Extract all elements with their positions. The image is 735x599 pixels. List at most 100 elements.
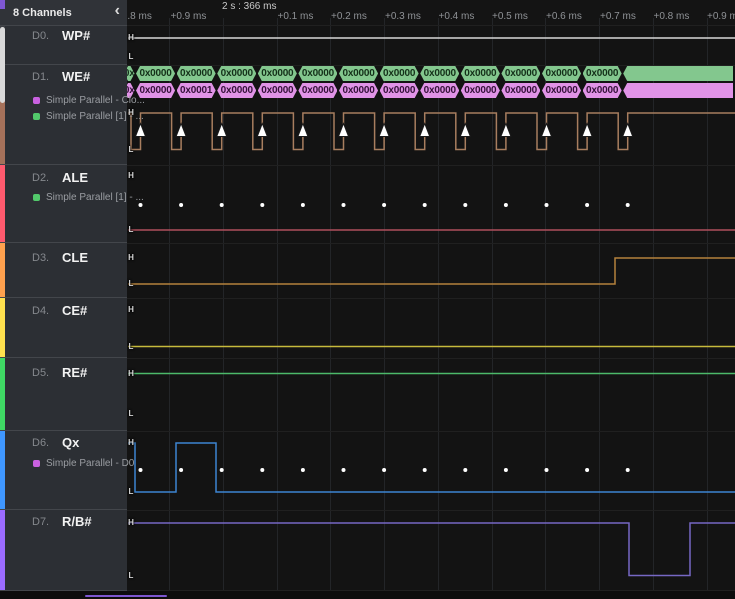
analyzer-label: Simple Parallel - D0 <box>46 458 135 469</box>
decoder-sample-dot <box>503 203 508 207</box>
channel-row-separator <box>127 431 735 432</box>
signal-D6 <box>128 442 735 493</box>
rising-edge-arrow-icon <box>256 122 269 137</box>
annotation-cell-parallel-data-purple[interactable]: 0x0000 <box>461 83 500 98</box>
analyzer-label: Simple Parallel [1] - ... <box>46 192 144 203</box>
channel-row-D2[interactable]: D2. ALE Simple Parallel [1] - ... <box>0 165 144 243</box>
timeline-tick-label: +0.3 ms <box>385 11 421 22</box>
annotation-cell-parallel-data-green[interactable]: 0x0000 <box>136 66 175 81</box>
decoder-sample-dot <box>260 468 265 472</box>
decoder-sample-dot <box>585 203 590 207</box>
channel-row-separator <box>127 65 735 66</box>
annotation-cell-parallel-data-green[interactable]: 0x0000 <box>217 66 256 81</box>
annotation-cell-parallel-data-green[interactable]: 0x0000 <box>461 66 500 81</box>
annotation-cell-parallel-data-purple[interactable]: 0x0000 <box>380 83 419 98</box>
horizontal-scrollbar-thumb[interactable] <box>85 595 167 597</box>
level-marker-D4-L: L <box>128 341 134 351</box>
timeline-major-label: 2 s : 366 ms <box>222 1 277 12</box>
annotation-cell-parallel-data-green[interactable]: 0x0000 <box>501 66 540 81</box>
channel-color-strip <box>0 358 5 430</box>
timeline-tick-label: +0.1 ms <box>277 11 314 22</box>
channel-row-separator <box>127 510 735 511</box>
annotation-cell-parallel-data-green[interactable]: 0x0000 <box>177 66 216 81</box>
annotation-cell-parallel-data-green[interactable]: 0x0000 <box>380 66 419 81</box>
analyzer-item[interactable]: Simple Parallel - Clo... <box>33 95 145 106</box>
channel-row-D1[interactable]: D1. WE# Simple Parallel - Clo... Simple Par… <box>0 65 145 165</box>
level-marker-D1-L: L <box>128 144 134 154</box>
level-marker-D5-H: H <box>128 368 134 378</box>
channel-id-label: D5. <box>32 367 50 379</box>
annotation-cell-parallel-data-purple[interactable]: 0x0000 <box>339 83 378 98</box>
rising-edge-arrow-icon <box>215 122 228 137</box>
annotation-cell-parallel-data-green[interactable]: 0x0000 <box>258 66 297 81</box>
analyzer-color-dot <box>33 460 40 467</box>
rising-edge-arrow-icon <box>581 122 593 137</box>
annotation-cell-parallel-data-green[interactable]: 0x0000 <box>298 66 337 81</box>
analyzer-item[interactable]: Simple Parallel [1] - ... <box>33 111 144 122</box>
corner-accent <box>0 0 5 9</box>
vertical-gridline <box>276 18 278 591</box>
channel-color-strip <box>0 165 5 242</box>
analyzer-label: Simple Parallel - Clo... <box>46 95 145 106</box>
rising-edge-arrow-icon <box>621 122 634 137</box>
channel-count-title: 8 Channels <box>13 7 72 19</box>
channel-sidebar: 8 Channels ‹ D0. WP# D1. WE# Simple Parallel… <box>0 0 145 591</box>
timeline-tick-label: +0.5 ms <box>492 11 528 22</box>
channel-row-separator <box>127 298 735 299</box>
channel-color-strip <box>0 298 5 357</box>
annotation-cell-parallel-data-green[interactable] <box>623 66 734 81</box>
decoder-sample-dot <box>463 203 468 207</box>
annotation-cell-parallel-data-purple[interactable]: 0x0000 <box>583 83 622 98</box>
horizontal-scrollbar[interactable] <box>0 591 735 599</box>
decoder-sample-dot <box>300 203 305 207</box>
channel-name-label: R/B# <box>62 514 92 529</box>
channel-row-D3[interactable]: D3. CLE <box>0 243 127 298</box>
level-marker-D2-L: L <box>128 225 134 234</box>
annotation-cell-parallel-data-green[interactable]: 0x0000 <box>583 66 622 81</box>
analyzer-color-dot <box>33 194 40 201</box>
channel-id-label: D1. <box>32 71 50 83</box>
annotation-cell-parallel-data-purple[interactable]: 0x0001 <box>177 83 216 98</box>
channel-row-D0[interactable]: D0. WP# <box>0 26 127 65</box>
analyzer-item[interactable]: Simple Parallel - D0 <box>33 458 134 469</box>
annotation-cell-parallel-data-green[interactable]: 0x0000 <box>542 66 581 81</box>
channel-row-D6[interactable]: D6. Qx Simple Parallel - D0 <box>0 431 134 510</box>
decoder-sample-dot <box>625 203 630 207</box>
annotation-cell-parallel-data-purple[interactable]: 0x0000 <box>420 83 459 98</box>
level-marker-D4-H: H <box>128 305 134 314</box>
channel-name-label: ALE <box>62 170 88 185</box>
decoder-sample-dot <box>503 468 508 472</box>
vertical-gridline <box>706 18 708 591</box>
rising-edge-arrow-icon <box>418 122 431 137</box>
decoder-sample-dot <box>422 203 427 207</box>
decoder-sample-dot <box>341 203 346 207</box>
annotation-cell-parallel-data-purple[interactable] <box>623 83 734 98</box>
decoder-sample-dot <box>138 203 143 207</box>
annotation-cell-parallel-data-purple[interactable]: 0x0000 <box>258 83 297 98</box>
channel-row-D4[interactable]: D4. CE# <box>0 298 127 358</box>
timeline-tick-label: +0.8 ms <box>653 11 690 22</box>
channel-name-label: CE# <box>62 303 88 318</box>
channel-row-separator <box>127 358 735 359</box>
annotation-cell-parallel-data-green[interactable]: 0x0000 <box>420 66 459 81</box>
vertical-gridline <box>384 18 385 591</box>
analyzer-item[interactable]: Simple Parallel [1] - ... <box>33 192 144 203</box>
decoder-sample-dot <box>179 468 184 472</box>
annotation-cell-parallel-data-purple[interactable]: 0x0000 <box>298 83 337 98</box>
timeline-tick-label: +0.4 ms <box>438 11 475 22</box>
annotation-cell-parallel-data-purple[interactable]: 0x0000 <box>542 83 581 98</box>
annotation-cell-parallel-data-green[interactable]: 0x0000 <box>339 66 378 81</box>
rising-edge-arrow-icon <box>297 122 309 137</box>
sidebar-scrollbar-thumb[interactable] <box>0 27 5 103</box>
channel-row-separator <box>127 243 735 244</box>
channel-row-D5[interactable]: D5. RE# <box>0 358 127 431</box>
channel-row-separator <box>127 165 735 166</box>
channel-row-D7[interactable]: D7. R/B# <box>0 510 127 591</box>
annotation-cell-parallel-data-purple[interactable]: 0x0000 <box>501 83 540 98</box>
collapse-sidebar-icon[interactable]: ‹ <box>115 2 120 20</box>
annotation-cell-parallel-data-purple[interactable]: 0x0000 <box>217 83 256 98</box>
level-marker-D3-L: L <box>128 279 134 288</box>
decoder-sample-dot <box>463 468 468 472</box>
analyzer-color-dot <box>33 97 40 104</box>
timeline-tick-label: +0.9 ms <box>707 11 735 22</box>
